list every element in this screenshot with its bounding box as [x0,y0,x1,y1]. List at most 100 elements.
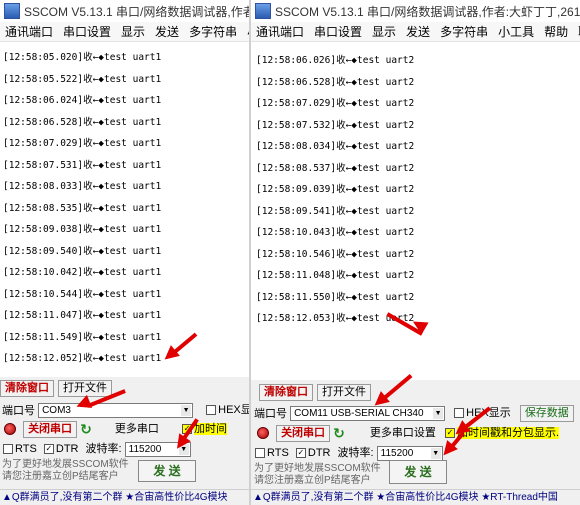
dtr-checkbox[interactable]: ✓ [43,444,54,455]
right-control-row: 关闭串口 ↻ 更多串口设置 ✓ 加时间戳和分包显示. [251,424,580,442]
hex-display-label: HEX显 [218,404,249,416]
left-status-bar: ▲Q群满员了,没有第二个群 ★合宙高性价比4G模块 [0,489,249,505]
timestamp-label: 加时间戳和分包显示. [456,427,560,439]
log-line: [12:58:08.535]收←◆test uart1 [3,202,162,214]
log-line: [12:58:10.546]收←◆test uart2 [256,248,415,260]
clear-window-button[interactable]: 清除窗口 [0,379,54,397]
right-title-bar: SSCOM V5.13.1 串口/网络数据调试器,作者:大虾丁丁,2618058 [251,0,580,22]
menu-multi-string[interactable]: 多字符串 [184,23,242,40]
open-file-button[interactable]: 打开文件 [317,383,371,401]
log-line: [12:58:09.039]收←◆test uart2 [256,184,415,195]
right-port-row: 端口号 COM11 USB-SERIAL CH340 ▼ HEX显示 保存数据 [251,404,580,422]
left-window-title: SSCOM V5.13.1 串口/网络数据调试器,作者:大虾 [24,4,249,19]
menu-comm-port[interactable]: 通讯端口 [0,23,58,40]
baud-label: 波特率: [337,447,374,459]
close-port-button[interactable]: 关闭串口 [276,425,331,442]
close-port-button[interactable]: 关闭串口 [23,421,78,438]
more-settings-link[interactable]: 更多串口 [115,423,159,435]
menu-help[interactable]: 帮助 [539,23,573,40]
log-line: [12:58:06.024]收←◆test uart1 [3,95,162,106]
sscom-app-icon [4,3,20,19]
log-line: [12:58:08.033]收←◆test uart1 [3,181,162,192]
log-line: [12:58:06.026]收←◆test uart2 [256,55,415,66]
left-receive-log[interactable]: [12:58:05.020]收←◆test uart1 [12:58:05.52… [0,42,249,377]
log-line: [12:58:07.532]收←◆test uart2 [256,119,415,131]
menu-send[interactable]: 发送 [150,23,184,40]
log-line: [12:58:09.038]收←◆test uart1 [3,224,162,235]
menu-contact[interactable]: 联 [573,23,580,40]
log-line: [12:58:11.048]收←◆test uart2 [256,270,415,281]
log-line: [12:58:08.537]收←◆test uart2 [256,162,415,174]
log-line: [12:58:10.544]收←◆test uart1 [3,288,162,300]
menu-serial-settings[interactable]: 串口设置 [309,23,367,40]
dtr-checkbox[interactable]: ✓ [295,448,306,459]
hex-display-checkbox[interactable] [206,405,217,416]
hex-display-checkbox[interactable] [454,408,465,419]
menu-comm-port[interactable]: 通讯端口 [251,23,309,40]
port-label: 端口号 [2,405,35,418]
right-sscom-window: SSCOM V5.13.1 串口/网络数据调试器,作者:大虾丁丁,2618058… [249,0,580,505]
menu-serial-settings[interactable]: 串口设置 [58,23,116,40]
menu-display[interactable]: 显示 [367,23,401,40]
timestamp-label: 加时间 [193,423,227,435]
chevron-down-icon: ▼ [181,404,192,416]
promo-line-2: 请您注册嘉立创P结尾客户 [2,471,119,482]
menu-multi-string[interactable]: 多字符串 [435,23,493,40]
right-status-bar: ▲Q群满员了,没有第二个群 ★合宙高性价比4G模块 ★RT-Thread中国 [251,489,580,505]
log-line: [12:58:05.020]收←◆test uart1 [3,52,162,63]
log-line: [12:58:07.531]收←◆test uart1 [3,159,162,171]
log-line: [12:58:09.541]收←◆test uart2 [256,205,415,217]
baud-select[interactable]: 115200 ▼ [376,445,443,461]
port-value: COM11 USB-SERIAL CH340 [294,407,424,419]
save-data-button[interactable]: 保存数据 [519,405,574,422]
left-line-row: RTS ✓ DTR 波特率: 115200 ▼ [0,440,249,457]
log-line: [12:58:11.550]收←◆test uart2 [256,291,415,303]
rts-label: RTS [267,447,289,459]
port-status-indicator-icon [257,427,269,440]
log-line: [12:58:08.034]收←◆test uart2 [256,141,415,152]
log-line: [12:58:07.029]收←◆test uart2 [256,98,415,109]
more-settings-link[interactable]: 更多串口设置 [370,427,436,439]
baud-value: 115200 [128,443,162,455]
promo-line-2: 请您注册嘉立创P结尾客户 [254,475,371,486]
left-log-toolbar: 清除窗口 打开文件 [0,379,249,397]
send-button[interactable]: 发 送 [389,460,447,484]
refresh-icon[interactable]: ↻ [80,421,92,438]
log-line: [12:58:10.042]收←◆test uart1 [3,267,162,278]
log-line: [12:58:06.528]收←◆test uart2 [256,76,415,88]
log-line: [12:58:11.047]收←◆test uart1 [3,310,162,321]
baud-label: 波特率: [85,443,122,455]
right-menu-bar: 通讯端口 串口设置 显示 发送 多字符串 小工具 帮助 联 [251,22,580,42]
menu-display[interactable]: 显示 [116,23,150,40]
port-label: 端口号 [254,408,287,421]
port-select[interactable]: COM11 USB-SERIAL CH340 ▼ [290,405,446,421]
right-promo-text[interactable]: 为了更好地发展SSCOM软件 请您注册嘉立创P结尾客户 [254,463,381,487]
right-line-row: RTS ✓ DTR 波特率: 115200 ▼ [251,444,580,461]
right-window-title: SSCOM V5.13.1 串口/网络数据调试器,作者:大虾丁丁,2618058 [275,4,580,19]
clear-window-button[interactable]: 清除窗口 [259,383,313,401]
rts-checkbox[interactable] [255,448,265,459]
left-menu-bar: 通讯端口 串口设置 显示 发送 多字符串 小 [0,22,249,42]
refresh-icon[interactable]: ↻ [333,425,345,442]
log-line: [12:58:07.029]收←◆test uart1 [3,138,162,149]
menu-send[interactable]: 发送 [401,23,435,40]
promo-line-1: 为了更好地发展SSCOM软件 [2,459,129,470]
port-select[interactable]: COM3 ▼ [38,402,194,418]
menu-tools[interactable]: 小 [242,23,249,40]
left-title-bar: SSCOM V5.13.1 串口/网络数据调试器,作者:大虾 [0,0,249,22]
rts-checkbox[interactable] [3,444,13,455]
menu-tools[interactable]: 小工具 [493,23,539,40]
port-value: COM3 [42,404,71,416]
send-button[interactable]: 发 送 [138,460,196,482]
left-port-row: 端口号 COM3 ▼ HEX显 [0,401,249,418]
log-line: [12:58:12.052]收←◆test uart1 [3,353,162,364]
dtr-label: DTR [55,443,79,455]
port-status-indicator-icon [4,423,16,436]
log-line: [12:58:11.549]收←◆test uart1 [3,331,162,343]
open-file-button[interactable]: 打开文件 [58,379,112,397]
left-promo-text[interactable]: 为了更好地发展SSCOM软件 请您注册嘉立创P结尾客户 [2,459,129,483]
sscom-app-icon [255,3,271,19]
rts-label: RTS [15,443,37,455]
left-control-row: 关闭串口 ↻ 更多串口 ✓加时间 [0,420,249,438]
promo-line-1: 为了更好地发展SSCOM软件 [254,463,381,474]
